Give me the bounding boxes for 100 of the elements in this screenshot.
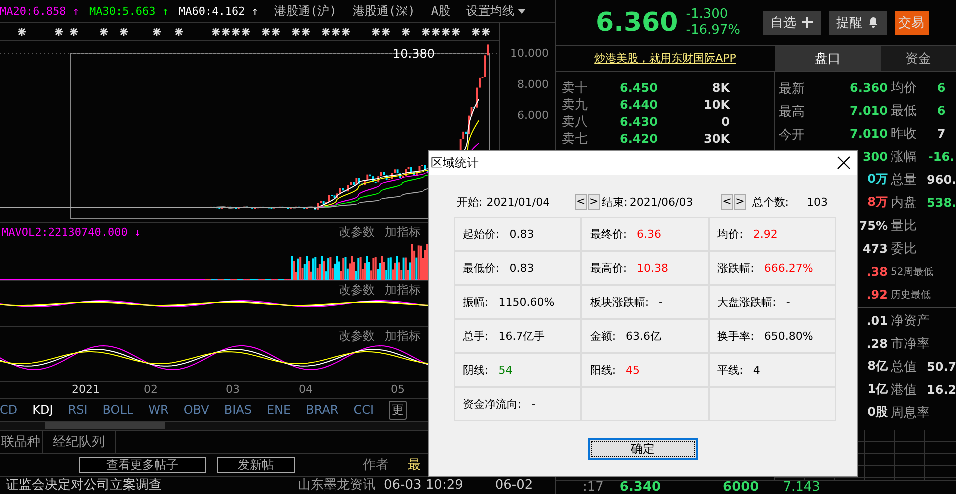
order-volume: 10K [703, 97, 730, 114]
quote-label: 港值 [891, 382, 918, 398]
stat-label: 平线: [718, 362, 744, 378]
stat-value: 16.7亿手 [498, 328, 546, 344]
panel-action-link[interactable]: 加指标 [385, 282, 421, 298]
quote-action-button[interactable]: 自选 [762, 10, 821, 34]
quote-tab[interactable]: 盘口 [775, 46, 881, 71]
price-axis-label: 10.000 [510, 47, 549, 61]
stat-value: 6.36 [637, 228, 662, 240]
quote-label: 总值 [891, 358, 918, 376]
news-source: 山东墨龙资讯 [298, 477, 376, 493]
quote-value: 7.010 [850, 126, 888, 140]
panel-action-link[interactable]: 改参数 [339, 328, 375, 344]
panel-action-link[interactable]: 加指标 [385, 328, 421, 344]
quote-label: 最低 [891, 102, 918, 120]
bell-icon [868, 17, 879, 28]
panel-action-link[interactable]: 改参数 [339, 224, 375, 240]
panel-action-link[interactable]: 改参数 [339, 282, 375, 298]
quote-label: 52周最低 [891, 266, 935, 278]
order-volume: 30K [703, 131, 730, 148]
settings-menu[interactable]: 设置均线 [466, 2, 526, 20]
quote-value: 7.010 [850, 104, 888, 118]
quote-value: .92 [866, 288, 888, 302]
stat-label: 阴线: [463, 362, 489, 378]
stat-label: 总手: [463, 328, 489, 344]
stat-value: - [786, 296, 790, 308]
quote-value: .28 [866, 336, 888, 350]
quote-value: .38 [866, 264, 888, 278]
stat-label: 起始价: [463, 226, 500, 242]
date-axis-label: 04 [299, 382, 314, 398]
quote-label: 涨幅 [891, 148, 918, 166]
stat-value: 0.83 [510, 228, 534, 240]
scroll-thumb[interactable] [45, 422, 165, 429]
stat-label: 资金净流向: [463, 396, 522, 412]
stat-label: 大盘涨跌幅: [718, 294, 776, 310]
stat-label: 板块涨跌幅: [590, 294, 650, 310]
indicator-tab[interactable]: BRAR [306, 403, 339, 417]
indicator-tab[interactable]: KDJ [32, 403, 54, 417]
indicator-tab[interactable]: BOLL [102, 403, 134, 417]
indicator-tab[interactable]: OBV [184, 403, 210, 417]
forum-button[interactable]: 查看更多帖子 [79, 457, 206, 473]
quote-label: 周息率 [891, 404, 931, 422]
indicator-tab[interactable]: CD [0, 403, 18, 417]
panel-tab[interactable]: 联品种 [0, 431, 43, 453]
quote-label: 最新 [779, 82, 805, 96]
news-title[interactable]: 证监会决定对公司立案调查 [6, 477, 162, 493]
quote-value: 50.7 [927, 360, 956, 374]
trade-time: :17 [583, 481, 604, 494]
panel-action-link[interactable]: 加指标 [385, 224, 421, 240]
indicator-tab[interactable]: RSI [68, 403, 88, 417]
more-indicators-tab[interactable]: 更 [389, 400, 408, 420]
stat-label: 最高价: [590, 260, 628, 276]
close-button[interactable] [837, 156, 851, 170]
quote-value: 0万 [868, 171, 888, 188]
trade-amount: 7.143 [783, 481, 820, 494]
count-label: 总个数: [752, 194, 789, 210]
date-step-button[interactable]: < [575, 194, 588, 210]
stat-value: 0.83 [510, 262, 534, 274]
quote-label: 内盘 [891, 194, 918, 212]
stat-label: 涨跌幅: [718, 260, 754, 276]
ok-button[interactable]: 确定 [588, 438, 698, 460]
news-date: 06-02 [495, 478, 534, 492]
market-tab[interactable]: 港股通(沪) [274, 2, 337, 20]
price-axis-label: 8.000 [518, 78, 549, 92]
plus-icon [802, 17, 813, 28]
indicator-tab[interactable]: WR [148, 403, 169, 417]
date-step-button[interactable]: > [588, 194, 600, 210]
market-tab[interactable]: 港股通(深) [352, 2, 416, 20]
stat-value: 54 [498, 364, 513, 376]
indicator-tab[interactable]: ENE [266, 403, 292, 417]
quote-value: 7 [937, 126, 946, 140]
quote-label: 市净率 [891, 336, 931, 352]
panel-tab[interactable]: 经纪队列 [43, 431, 116, 453]
indicator-tab[interactable]: BIAS [224, 403, 252, 417]
count-value: 103 [806, 196, 828, 208]
date-step-button[interactable]: > [734, 194, 746, 210]
last-price: 6.360 [596, 8, 678, 38]
quote-action-button[interactable]: 提醒 [828, 10, 887, 34]
end-label: 结束: [602, 194, 628, 210]
market-tab[interactable]: A股 [431, 2, 451, 20]
stat-value: 63.6亿 [626, 328, 662, 344]
forum-button[interactable]: 发新帖 [217, 457, 295, 473]
stat-label: 振幅: [463, 294, 489, 310]
date-axis-label: 2021 [72, 382, 101, 398]
order-level-label: 卖十 [562, 80, 589, 97]
order-volume: 0 [720, 114, 730, 131]
order-level-label: 卖九 [562, 97, 589, 114]
percent-change: -16.97% [686, 23, 741, 38]
high-price-label: 10.380 [393, 47, 435, 61]
quote-tab[interactable]: 资金 [881, 46, 956, 71]
news-time: 06-03 10:29 [384, 478, 464, 492]
quote-value: 6.360 [850, 80, 888, 94]
end-date: 2021/06/03 [630, 196, 694, 208]
indicator-tab[interactable]: CCI [354, 403, 374, 417]
stat-value: - [659, 296, 664, 308]
quote-label: 历史最低 [891, 288, 932, 302]
promo-link[interactable]: 炒港美股，就用东财国际APP [594, 51, 736, 66]
caret-icon [518, 8, 526, 14]
date-step-button[interactable]: < [721, 194, 734, 210]
moving-average-legend: MA20:6.858 ↑ [0, 4, 80, 18]
